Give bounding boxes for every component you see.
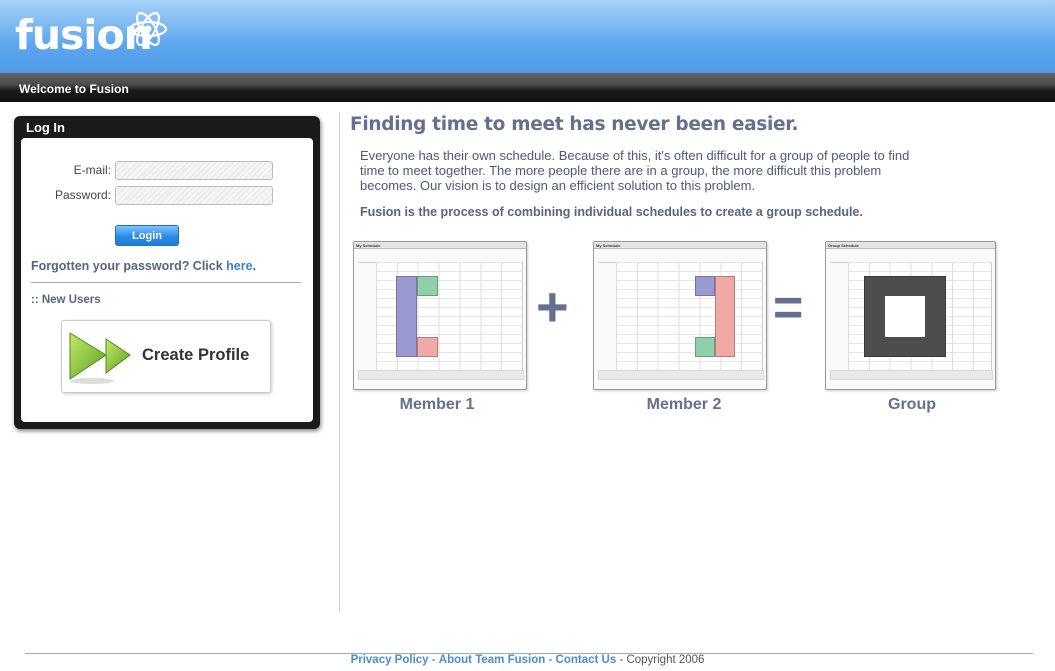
calendar-grid [616, 262, 763, 371]
calendar-footer [598, 370, 764, 380]
divider [31, 282, 301, 283]
footer: Privacy Policy - About Team Fusion - Con… [0, 654, 1055, 666]
intro-paragraph: Everyone has their own schedule. Because… [360, 148, 910, 193]
page-title: Finding time to meet has never been easi… [350, 114, 799, 135]
nav-bar [0, 73, 1055, 102]
busy-block [417, 276, 438, 296]
busy-block [695, 276, 715, 296]
email-label: E-mail: [73, 163, 111, 177]
calendar-title: My Schedule [594, 242, 766, 249]
group-schedule-image: Group Schedule [825, 241, 996, 390]
password-label: Password: [54, 188, 111, 202]
calendar-time-column [357, 262, 376, 370]
busy-block [417, 337, 438, 357]
calendar-time-column [597, 262, 616, 370]
calendar-title: Group Schedule [826, 242, 995, 249]
tagline: Fusion is the process of combining indiv… [360, 205, 863, 219]
privacy-policy-link[interactable]: Privacy Policy [351, 654, 429, 666]
group-caption: Group [888, 396, 936, 413]
create-profile-button[interactable]: Create Profile [61, 320, 271, 393]
welcome-label: Welcome to Fusion [19, 82, 129, 96]
create-profile-label: Create Profile [142, 346, 250, 364]
login-form: E-mail: Password: Login Forgotten your p… [21, 138, 313, 422]
calendar-footer [358, 370, 524, 380]
group-free-block [885, 296, 925, 337]
contact-us-link[interactable]: Contact Us [556, 654, 617, 666]
password-field[interactable] [115, 186, 273, 205]
calendar-time-column [829, 262, 848, 370]
busy-block [695, 337, 715, 357]
member-2-caption: Member 2 [646, 396, 722, 413]
forgot-prefix: Forgotten your password? Click [31, 259, 227, 273]
calendar-footer [830, 370, 993, 380]
login-button[interactable]: Login [115, 225, 179, 246]
new-users-heading: :: New Users [31, 294, 101, 306]
email-field[interactable] [115, 161, 273, 180]
footer-separator: - [545, 654, 556, 666]
copyright-text: - Copyright 2006 [616, 654, 705, 666]
member-1-caption: Member 1 [399, 396, 475, 413]
calendar-grid [376, 262, 523, 371]
equals-sign: = [773, 279, 804, 337]
member-1-schedule-image: My Schedule [353, 241, 527, 390]
calendar-title: My Schedule [354, 242, 526, 249]
play-arrows-icon [69, 332, 131, 384]
calendar-grid [848, 262, 992, 371]
login-panel: Log In E-mail: Password: Login Forgotten… [14, 116, 320, 429]
column-divider [339, 112, 340, 612]
atom-icon [128, 11, 168, 47]
busy-block [715, 276, 735, 357]
plus-sign: + [536, 275, 569, 338]
forgot-suffix: . [252, 259, 257, 273]
member-2-schedule-image: My Schedule [593, 241, 767, 390]
login-title: Log In [26, 120, 65, 135]
about-team-link[interactable]: About Team Fusion [439, 654, 545, 666]
busy-block [396, 276, 417, 357]
forgot-password-text: Forgotten your password? Click here. [31, 259, 256, 273]
footer-separator: - [428, 654, 439, 666]
forgot-password-link[interactable]: here [226, 259, 252, 273]
